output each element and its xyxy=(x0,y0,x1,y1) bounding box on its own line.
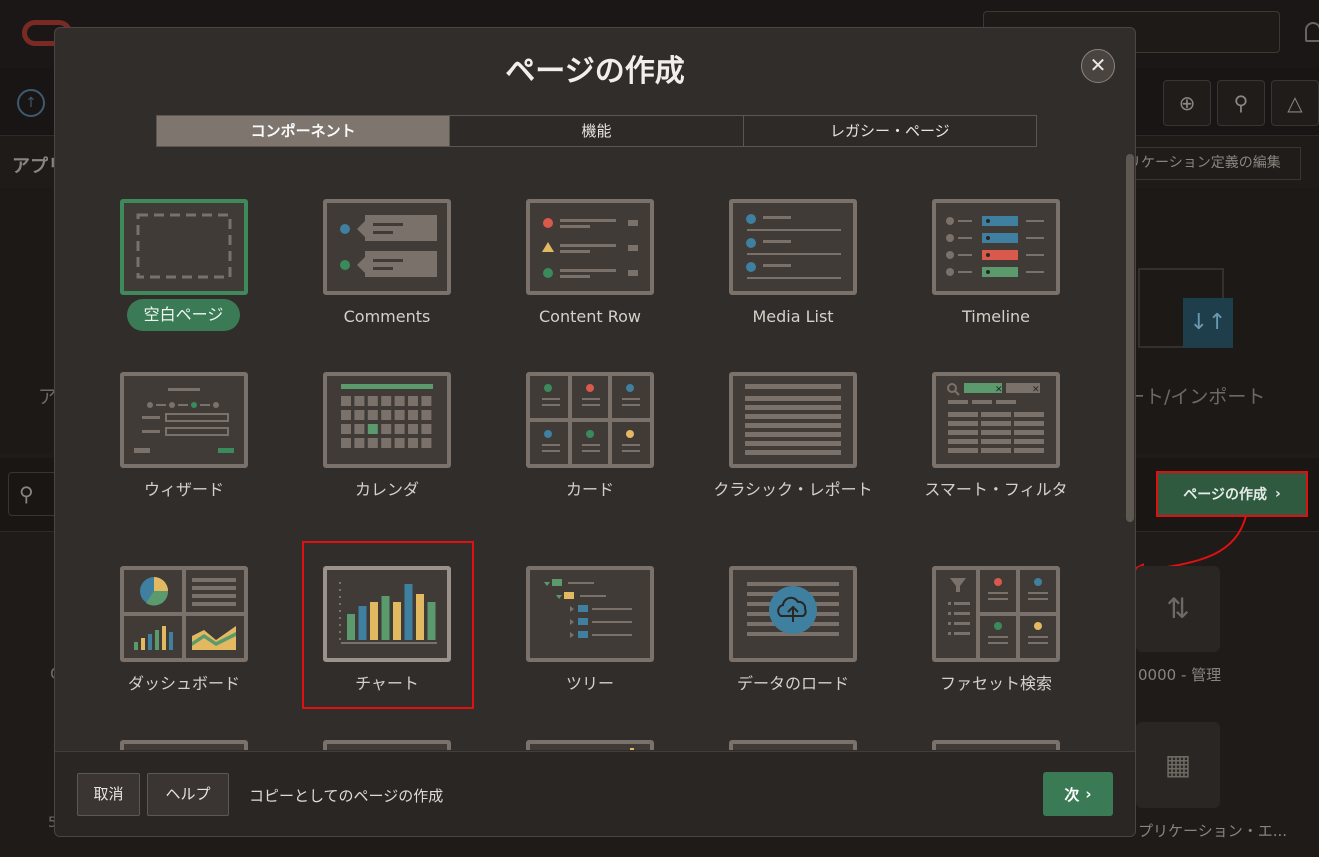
card-label: データのロード xyxy=(736,674,849,693)
close-icon: ✕ xyxy=(1089,53,1107,77)
card-label: Comments xyxy=(343,307,431,326)
card-label: Timeline xyxy=(961,307,1031,326)
admin-tile-icon: ⇅ xyxy=(1136,566,1220,652)
card-label: ツリー xyxy=(565,674,614,693)
next-label: 次 xyxy=(1064,785,1080,804)
card-faceted-search[interactable]: ファセット検索 xyxy=(906,558,1086,718)
card-cards[interactable]: カード xyxy=(500,364,680,524)
svg-text:✕: ✕ xyxy=(1032,385,1040,395)
edit-application-definition-button: リケーション定義の編集 xyxy=(1122,147,1301,180)
chevron-right-icon: › xyxy=(1274,486,1281,502)
scrollbar[interactable] xyxy=(1126,154,1134,522)
data-load-icon xyxy=(729,566,857,662)
card-label: Content Row xyxy=(539,307,641,326)
card-label: ファセット検索 xyxy=(939,674,1052,693)
card-data-load[interactable]: データのロード xyxy=(703,558,883,718)
card-label: クラシック・レポート xyxy=(713,480,873,499)
card-label: チャート xyxy=(355,674,419,693)
page-template-icon xyxy=(526,740,654,750)
media-list-icon xyxy=(729,199,857,295)
timeline-icon xyxy=(932,199,1060,295)
card-partial[interactable] xyxy=(703,732,883,750)
chevron-right-icon: › xyxy=(1085,785,1092,803)
card-label: カレンダ xyxy=(354,480,419,499)
utilities-icon: ⚲ xyxy=(1217,80,1265,126)
dialog-title: ページの作成 xyxy=(505,54,685,89)
tree-icon xyxy=(526,566,654,662)
app-tile-label: プリケーション・エ... xyxy=(1138,822,1288,840)
card-blank-page[interactable]: 空白ページ xyxy=(94,191,274,351)
content-row-icon xyxy=(526,199,654,295)
card-label: Media List xyxy=(752,307,834,326)
card-label: カード xyxy=(565,480,614,499)
page-template-icon xyxy=(932,740,1060,750)
card-partial[interactable] xyxy=(500,732,680,750)
copy-page-link[interactable]: コピーとしてのページの作成 xyxy=(249,785,443,806)
card-comments[interactable]: Comments xyxy=(297,191,477,351)
cards-icon xyxy=(526,372,654,468)
card-dashboard[interactable]: ダッシュボード xyxy=(94,558,274,718)
shapes-icon: △ xyxy=(1271,80,1319,126)
tab-features[interactable]: 機能 xyxy=(450,116,744,146)
import-export-icon: ↓↑ xyxy=(1183,298,1233,348)
card-timeline[interactable]: Timeline xyxy=(906,191,1086,351)
page-template-icon xyxy=(323,740,451,750)
card-content-row[interactable]: Content Row xyxy=(500,191,680,351)
card-chart[interactable]: チャート xyxy=(297,558,477,718)
svg-text:✕: ✕ xyxy=(995,385,1003,395)
card-tree[interactable]: ツリー xyxy=(500,558,680,718)
faceted-search-icon xyxy=(932,566,1060,662)
comments-icon xyxy=(323,199,451,295)
create-page-button[interactable]: ページの作成 › xyxy=(1156,471,1308,517)
card-calendar[interactable]: カレンダ xyxy=(297,364,477,524)
tab-legacy-pages[interactable]: レガシー・ページ xyxy=(743,116,1036,146)
card-classic-report[interactable]: クラシック・レポート xyxy=(703,364,883,524)
create-page-dialog: ページの作成 ✕ コンポーネント 機能 レガシー・ページ 空白ページ Comme… xyxy=(54,27,1136,837)
card-partial[interactable] xyxy=(906,732,1086,750)
help-button[interactable]: ヘルプ xyxy=(147,773,229,816)
user-icon xyxy=(1305,22,1319,42)
calendar-icon xyxy=(323,372,451,468)
feedback-icon: ⊕ xyxy=(1163,80,1211,126)
page-template-icon xyxy=(729,740,857,750)
close-button[interactable]: ✕ xyxy=(1081,49,1115,83)
card-partial[interactable] xyxy=(94,732,274,750)
tab-components[interactable]: コンポーネント xyxy=(157,116,451,146)
import-label: ート/インポート xyxy=(1126,386,1266,408)
chart-icon xyxy=(323,566,451,662)
cancel-button[interactable]: 取消 xyxy=(77,773,140,816)
admin-tile-label: 0000 - 管理 xyxy=(1138,666,1222,684)
dialog-footer: 取消 ヘルプ コピーとしてのページの作成 次 › xyxy=(55,751,1135,836)
upload-icon: ↑ xyxy=(17,89,45,117)
wizard-icon xyxy=(120,372,248,468)
blank-page-icon xyxy=(120,199,248,295)
classic-report-icon xyxy=(729,372,857,468)
create-page-label: ページの作成 xyxy=(1183,487,1267,503)
page-type-grid: 空白ページ Comments Content Row Media List Ti… xyxy=(55,188,1123,750)
card-media-list[interactable]: Media List xyxy=(703,191,883,351)
card-label: ウィザード xyxy=(143,480,224,499)
card-label: 空白ページ xyxy=(127,299,240,331)
grid-cursor-icon: ▦ xyxy=(1136,722,1220,808)
page-template-icon xyxy=(120,740,248,750)
next-button[interactable]: 次 › xyxy=(1043,772,1113,816)
component-tabs: コンポーネント 機能 レガシー・ページ xyxy=(156,115,1037,147)
card-partial[interactable] xyxy=(297,732,477,750)
card-wizard[interactable]: ウィザード xyxy=(94,364,274,524)
card-smart-filters[interactable]: ✕ ✕ スマート・フィルタ xyxy=(906,364,1086,524)
card-label: ダッシュボード xyxy=(127,674,240,693)
smart-filter-icon: ✕ ✕ xyxy=(932,372,1060,468)
card-label: スマート・フィルタ xyxy=(924,480,1068,499)
dashboard-icon xyxy=(120,566,248,662)
